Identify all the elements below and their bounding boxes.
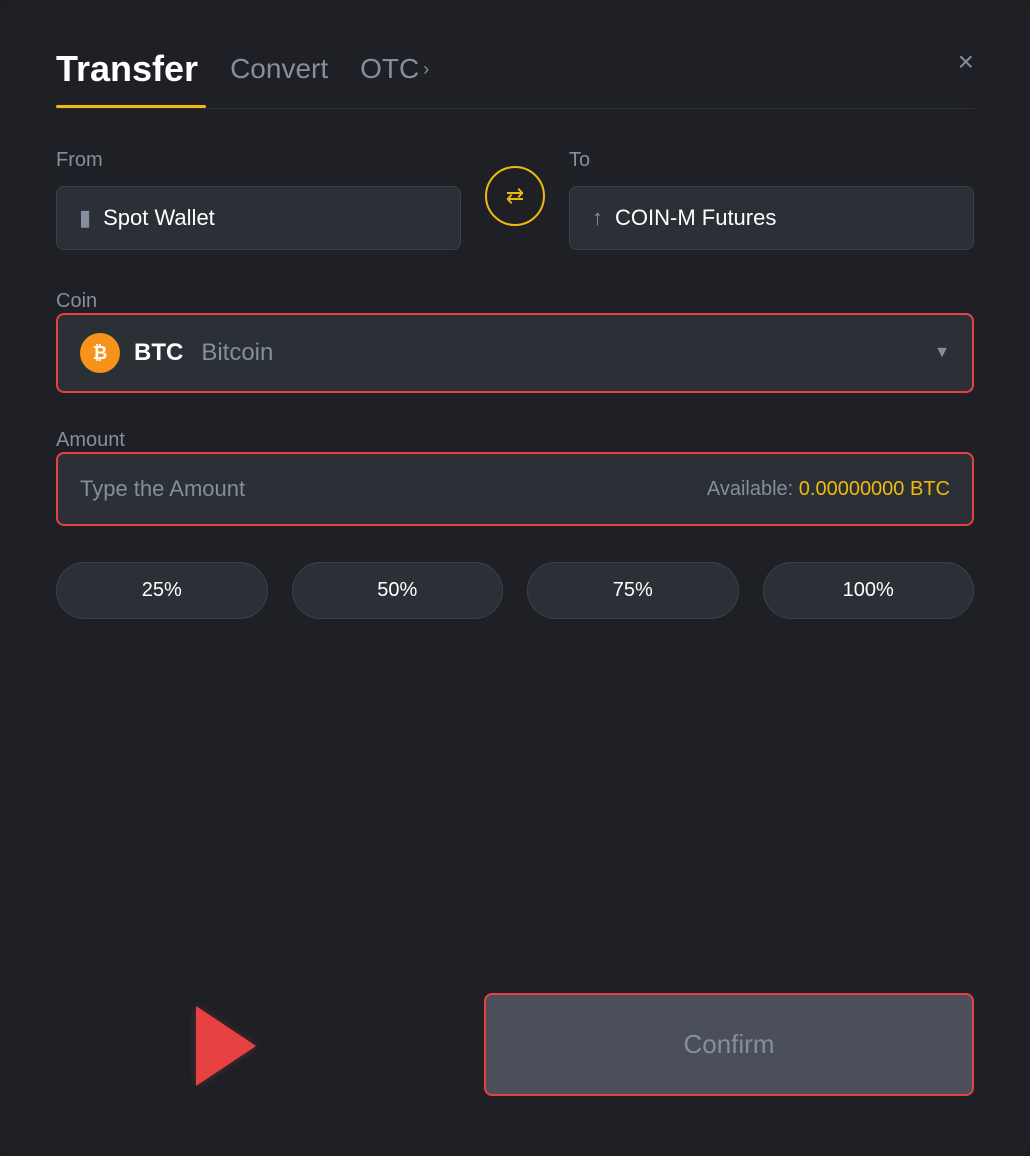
close-button[interactable]: × (958, 48, 974, 76)
swap-button[interactable]: ⇄ (485, 166, 545, 226)
from-wallet-name: Spot Wallet (103, 205, 215, 231)
from-group: From ▮ Spot Wallet (56, 149, 461, 250)
percent-75-button[interactable]: 75% (527, 562, 739, 619)
to-group: To ↑ COIN-M Futures (569, 149, 974, 250)
convert-tab[interactable]: Convert (230, 53, 328, 85)
coin-selector[interactable]: ₿ BTC Bitcoin ▼ (56, 313, 974, 393)
from-wallet-selector[interactable]: ▮ Spot Wallet (56, 186, 461, 250)
futures-icon: ↑ (592, 205, 603, 231)
wallet-card-icon: ▮ (79, 205, 91, 231)
from-to-row: From ▮ Spot Wallet ⇄ To ↑ COIN-M Futures (56, 149, 974, 250)
amount-section: Amount Available: 0.00000000 BTC (56, 429, 974, 526)
bottom-section: Confirm (56, 993, 974, 1096)
to-label: To (569, 149, 974, 172)
available-balance: Available: 0.00000000 BTC (707, 478, 950, 501)
percent-50-button[interactable]: 50% (292, 562, 504, 619)
coin-section: Coin ₿ BTC Bitcoin ▼ (56, 290, 974, 393)
amount-label: Amount (56, 429, 125, 451)
transfer-tab-active[interactable]: Transfer (56, 48, 198, 90)
percent-25-button[interactable]: 25% (56, 562, 268, 619)
transfer-modal: Transfer Convert OTC › × From ▮ Spot Wal… (0, 0, 1030, 1156)
btc-icon: ₿ (80, 333, 120, 373)
amount-input-wrapper: Available: 0.00000000 BTC (56, 452, 974, 526)
otc-tab[interactable]: OTC › (360, 53, 429, 85)
swap-wrapper: ⇄ (461, 166, 569, 234)
active-tab-indicator (56, 105, 206, 108)
from-label: From (56, 149, 461, 172)
confirm-button[interactable]: Confirm (484, 993, 974, 1096)
to-wallet-selector[interactable]: ↑ COIN-M Futures (569, 186, 974, 250)
to-wallet-name: COIN-M Futures (615, 205, 776, 231)
arrow-indicator (196, 1006, 256, 1086)
coin-chevron-icon: ▼ (934, 344, 950, 362)
coin-symbol: BTC (134, 339, 183, 367)
amount-input[interactable] (80, 476, 707, 502)
percent-100-button[interactable]: 100% (763, 562, 975, 619)
percent-row: 25% 50% 75% 100% (56, 562, 974, 619)
coin-label: Coin (56, 290, 97, 312)
otc-chevron-icon: › (423, 59, 429, 80)
coin-full-name: Bitcoin (201, 339, 273, 367)
swap-arrows-icon: ⇄ (506, 183, 524, 209)
available-amount-value: 0.00000000 BTC (799, 478, 950, 500)
modal-header: Transfer Convert OTC › × (56, 48, 974, 90)
tab-underline-container (56, 106, 974, 109)
confirm-arrow-icon (196, 1006, 256, 1086)
